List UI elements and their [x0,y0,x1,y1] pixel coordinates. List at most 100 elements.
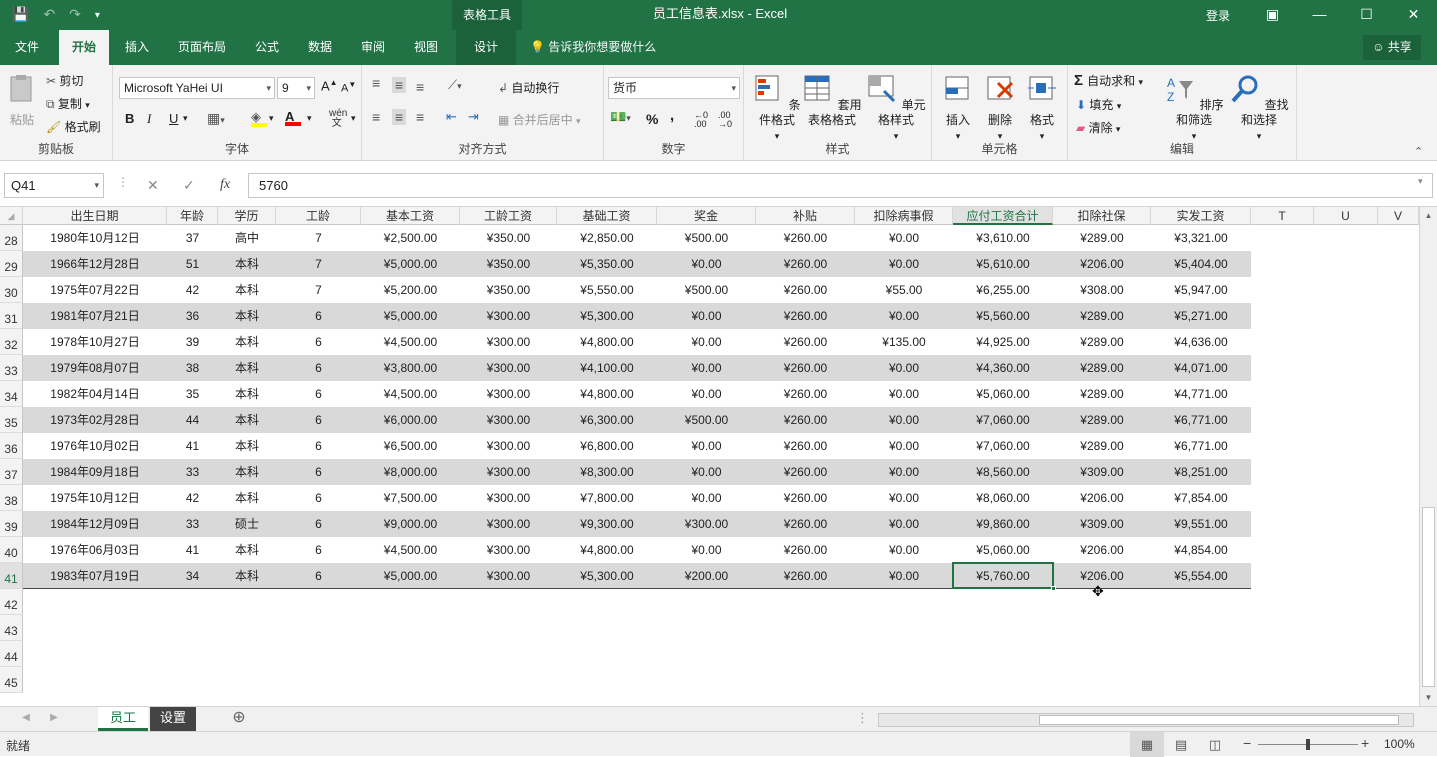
column-header[interactable]: 学历 [218,207,276,225]
table-cell[interactable]: ¥5,610.00 [953,251,1053,277]
table-cell[interactable]: ¥289.00 [1053,355,1151,381]
borders-icon[interactable]: ▦▾ [207,110,225,127]
table-cell[interactable]: 1976年10月02日 [23,433,167,459]
active-cell-selection[interactable] [952,562,1056,591]
table-cell[interactable]: ¥0.00 [657,303,756,329]
table-cell[interactable]: ¥4,636.00 [1151,329,1251,355]
table-cell[interactable]: ¥206.00 [1053,251,1151,277]
font-size-combo[interactable]: 9 ▾ [277,77,315,99]
select-all-corner[interactable]: ◢ [0,207,23,225]
table-cell[interactable]: ¥5,000.00 [361,251,460,277]
table-cell[interactable]: 1982年04月14日 [23,381,167,407]
tab-view[interactable]: 视图 [405,30,447,65]
column-header[interactable]: 扣除社保 [1053,207,1151,225]
tab-insert[interactable]: 插入 [114,30,160,65]
tab-split-grip-icon[interactable]: ⋮ [856,707,869,731]
table-cell[interactable]: ¥0.00 [855,407,953,433]
table-cell[interactable]: 1981年07月21日 [23,303,167,329]
table-cell[interactable]: ¥0.00 [855,251,953,277]
table-cell[interactable]: ¥0.00 [855,459,953,485]
table-cell[interactable]: 42 [167,485,218,511]
column-header[interactable]: 工龄工资 [460,207,557,225]
table-cell[interactable]: ¥6,500.00 [361,433,460,459]
table-cell[interactable]: ¥260.00 [756,251,855,277]
table-cell[interactable]: ¥260.00 [756,329,855,355]
table-cell[interactable]: ¥0.00 [657,329,756,355]
vertical-scroll-thumb[interactable] [1422,507,1435,687]
percent-button[interactable]: % [646,111,658,127]
column-header[interactable]: 奖金 [657,207,756,225]
row-header[interactable]: 37 [0,459,23,485]
table-cell[interactable]: ¥260.00 [756,485,855,511]
table-cell[interactable]: 6 [276,407,361,433]
table-cell[interactable]: ¥308.00 [1053,277,1151,303]
column-header[interactable]: 基础工资 [557,207,657,225]
fill-button[interactable]: ⬇ 填充 ▾ [1076,96,1121,113]
table-cell[interactable]: 6 [276,511,361,537]
undo-icon[interactable]: ↶ [43,6,55,26]
table-cell[interactable]: 34 [167,563,218,589]
table-cell[interactable]: ¥5,554.00 [1151,563,1251,589]
delete-cells-button[interactable]: 删除 ▾ [980,73,1020,144]
table-cell[interactable]: ¥260.00 [756,563,855,589]
table-cell[interactable]: ¥0.00 [657,433,756,459]
table-cell[interactable]: 本科 [218,537,276,563]
align-left-icon[interactable]: ≡ [372,109,380,125]
login-link[interactable]: 登录 [1206,7,1230,24]
table-cell[interactable]: ¥7,500.00 [361,485,460,511]
table-cell[interactable]: ¥8,300.00 [557,459,657,485]
table-cell[interactable]: ¥3,800.00 [361,355,460,381]
table-cell[interactable]: 本科 [218,563,276,589]
table-cell[interactable]: ¥4,854.00 [1151,537,1251,563]
increase-font-size-button[interactable]: A▲ [321,78,338,93]
column-header[interactable]: T [1251,207,1314,225]
table-cell[interactable]: ¥300.00 [460,355,557,381]
page-layout-view-icon[interactable]: ▤ [1164,732,1198,757]
table-cell[interactable]: ¥289.00 [1053,407,1151,433]
table-cell[interactable]: ¥260.00 [756,459,855,485]
new-sheet-icon[interactable]: ⊕ [228,707,250,731]
table-cell[interactable]: ¥289.00 [1053,329,1151,355]
table-cell[interactable]: 51 [167,251,218,277]
italic-button[interactable]: I [147,111,151,127]
table-cell[interactable]: ¥260.00 [756,433,855,459]
row-header[interactable]: 29 [0,251,23,277]
table-cell[interactable]: ¥260.00 [756,355,855,381]
align-middle-icon[interactable]: ≡ [392,77,407,93]
table-cell[interactable]: 本科 [218,355,276,381]
table-cell[interactable]: ¥300.00 [460,303,557,329]
table-cell[interactable]: ¥0.00 [855,511,953,537]
row-header[interactable]: 41 [0,563,23,589]
table-cell[interactable]: 本科 [218,433,276,459]
table-cell[interactable]: 1975年07月22日 [23,277,167,303]
table-cell[interactable]: ¥300.00 [460,329,557,355]
table-cell[interactable]: ¥9,551.00 [1151,511,1251,537]
table-cell[interactable]: 1975年10月12日 [23,485,167,511]
table-cell[interactable]: 33 [167,511,218,537]
table-cell[interactable]: ¥289.00 [1053,225,1151,251]
row-header[interactable]: 42 [0,589,23,615]
table-cell[interactable]: ¥260.00 [756,225,855,251]
zoom-slider-knob[interactable] [1306,739,1310,750]
sheet-tab-settings[interactable]: 设置 [150,707,196,731]
table-cell[interactable]: ¥350.00 [460,251,557,277]
table-cell[interactable]: ¥289.00 [1053,433,1151,459]
sort-filter-button[interactable]: AZ 排序和筛选 ▾ [1162,73,1226,144]
row-header[interactable]: 38 [0,485,23,511]
table-cell[interactable]: ¥6,000.00 [361,407,460,433]
table-cell[interactable]: ¥2,500.00 [361,225,460,251]
format-painter-button[interactable]: 🖌 格式刷 [46,118,101,135]
cancel-entry-icon[interactable]: ✕ [147,177,159,194]
table-cell[interactable]: ¥350.00 [460,277,557,303]
insert-cells-button[interactable]: 插入 ▾ [938,73,978,144]
column-header[interactable]: V [1378,207,1419,225]
merge-center-button[interactable]: ▦ 合并后居中 ▾ [498,111,581,128]
horizontal-scrollbar[interactable] [878,713,1414,727]
column-header[interactable]: 年龄 [167,207,218,225]
table-cell[interactable]: 本科 [218,485,276,511]
table-cell[interactable]: ¥0.00 [855,563,953,589]
table-cell[interactable]: 6 [276,537,361,563]
table-cell[interactable]: ¥3,610.00 [953,225,1053,251]
formula-input[interactable]: 5760 [248,173,1433,198]
chevron-down-icon[interactable]: ▾ [269,113,274,124]
